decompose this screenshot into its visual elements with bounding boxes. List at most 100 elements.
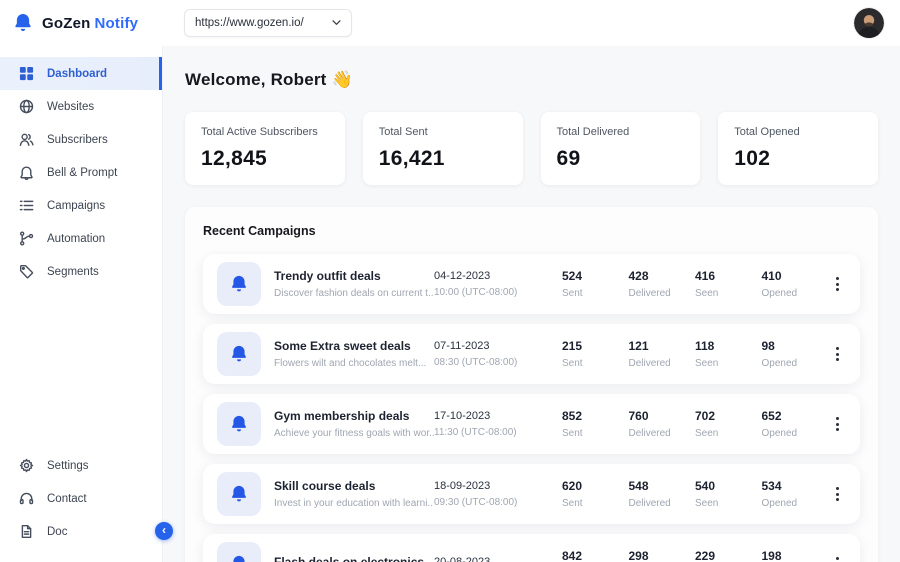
metric-value: 540: [695, 479, 762, 493]
metric-seen: 118 Seen: [695, 339, 762, 369]
campaign-row[interactable]: Some Extra sweet deals Flowers wilt and …: [203, 324, 860, 384]
chevron-left-icon: ‹: [162, 524, 166, 536]
campaign-schedule: 07-11-2023 08:30 (UTC-08:00): [434, 340, 562, 368]
kebab-dot: [836, 347, 839, 350]
stat-value: 12,845: [201, 147, 329, 171]
sidebar-item-segments[interactable]: Segments: [0, 255, 162, 288]
campaign-list: Trendy outfit deals Discover fashion dea…: [203, 254, 860, 562]
row-menu-button[interactable]: [828, 343, 846, 365]
sidebar-item-contact[interactable]: Contact: [0, 482, 162, 515]
metric-label: Opened: [762, 498, 829, 509]
metric-value: 98: [762, 339, 829, 353]
campaign-date: 18-09-2023: [434, 480, 562, 492]
campaign-description: Invest in your education with learni...: [274, 498, 434, 509]
campaign-bell-tile: [217, 472, 261, 516]
campaign-description: Achieve your fitness goals with wor...: [274, 428, 434, 439]
sidebar-collapse-button[interactable]: ‹: [155, 522, 173, 540]
campaign-title: Some Extra sweet deals: [274, 339, 434, 353]
kebab-dot: [836, 487, 839, 490]
campaign-metrics: 842 Sent 298 Delivered 229 Seen 198 Open…: [562, 549, 828, 562]
sidebar-item-dashboard[interactable]: Dashboard: [0, 57, 162, 90]
campaign-time: 09:30 (UTC-08:00): [434, 497, 562, 508]
headset-icon: [19, 491, 34, 506]
kebab-dot: [836, 283, 839, 286]
logo: GoZenNotify: [12, 12, 162, 34]
metric-label: Seen: [695, 358, 762, 369]
campaign-date: 20-08-2023: [434, 556, 562, 562]
brand-name: GoZenNotify: [42, 15, 138, 32]
campaign-row[interactable]: Skill course deals Invest in your educat…: [203, 464, 860, 524]
bell-icon: [229, 484, 249, 504]
user-avatar[interactable]: [854, 8, 884, 38]
campaign-bell-tile: [217, 332, 261, 376]
bell-icon: [229, 274, 249, 294]
stat-value: 102: [734, 147, 862, 171]
bell-icon: [229, 344, 249, 364]
metric-seen: 702 Seen: [695, 409, 762, 439]
metric-label: Sent: [562, 428, 629, 439]
website-url-select[interactable]: https://www.gozen.io/: [184, 9, 352, 37]
metric-label: Delivered: [629, 288, 696, 299]
kebab-dot: [836, 557, 839, 560]
campaign-title: Trendy outfit deals: [274, 269, 434, 283]
campaign-info: Gym membership deals Achieve your fitnes…: [274, 409, 434, 439]
campaign-row[interactable]: Flash deals on electronics 20-08-2023 84…: [203, 534, 860, 562]
sidebar-item-subscribers[interactable]: Subscribers: [0, 123, 162, 156]
row-menu-button[interactable]: [828, 553, 846, 562]
globe-icon: [19, 99, 34, 114]
metric-label: Sent: [562, 288, 629, 299]
campaign-schedule: 04-12-2023 10:00 (UTC-08:00): [434, 270, 562, 298]
avatar-photo: [854, 8, 884, 38]
metric-value: 121: [629, 339, 696, 353]
campaign-time: 10:00 (UTC-08:00): [434, 287, 562, 298]
campaign-metrics: 524 Sent 428 Delivered 416 Seen 410 Open…: [562, 269, 828, 299]
metric-label: Delivered: [629, 358, 696, 369]
campaign-description: Discover fashion deals on current t...: [274, 288, 434, 299]
metric-opened: 534 Opened: [762, 479, 829, 509]
chevron-down-icon: [332, 20, 341, 26]
campaign-row[interactable]: Gym membership deals Achieve your fitnes…: [203, 394, 860, 454]
metric-seen: 416 Seen: [695, 269, 762, 299]
campaign-bell-tile: [217, 262, 261, 306]
users-icon: [19, 132, 34, 147]
row-menu-button[interactable]: [828, 483, 846, 505]
metric-value: 298: [629, 549, 696, 562]
metric-value: 534: [762, 479, 829, 493]
metric-value: 416: [695, 269, 762, 283]
metric-label: Opened: [762, 428, 829, 439]
campaign-schedule: 18-09-2023 09:30 (UTC-08:00): [434, 480, 562, 508]
metric-label: Opened: [762, 358, 829, 369]
row-menu-button[interactable]: [828, 413, 846, 435]
kebab-dot: [836, 428, 839, 431]
brand-primary: GoZen: [42, 15, 91, 32]
campaign-date: 04-12-2023: [434, 270, 562, 282]
waving-hand-emoji: 👋: [332, 70, 353, 89]
sidebar-item-settings[interactable]: Settings: [0, 449, 162, 482]
stat-label: Total Active Subscribers: [201, 126, 329, 138]
sidebar-item-label: Dashboard: [47, 68, 107, 80]
metric-label: Seen: [695, 288, 762, 299]
metric-opened: 652 Opened: [762, 409, 829, 439]
sidebar-item-doc[interactable]: Doc: [0, 515, 162, 548]
metric-sent: 524 Sent: [562, 269, 629, 299]
stat-card-total-delivered: Total Delivered 69: [541, 112, 701, 185]
campaign-metrics: 620 Sent 548 Delivered 540 Seen 534 Open…: [562, 479, 828, 509]
sidebar-item-campaigns[interactable]: Campaigns: [0, 189, 162, 222]
sidebar-item-websites[interactable]: Websites: [0, 90, 162, 123]
website-url-value: https://www.gozen.io/: [195, 17, 304, 29]
kebab-dot: [836, 423, 839, 426]
row-menu-button[interactable]: [828, 273, 846, 295]
tag-icon: [19, 264, 34, 279]
sidebar-item-bell-prompt[interactable]: Bell & Prompt: [0, 156, 162, 189]
metric-value: 852: [562, 409, 629, 423]
metric-label: Seen: [695, 428, 762, 439]
sidebar-item-label: Contact: [47, 493, 87, 505]
campaign-title: Skill course deals: [274, 479, 434, 493]
sidebar-item-automation[interactable]: Automation: [0, 222, 162, 255]
campaign-info: Skill course deals Invest in your educat…: [274, 479, 434, 509]
campaign-row[interactable]: Trendy outfit deals Discover fashion dea…: [203, 254, 860, 314]
sidebar-footer: Settings Contact Doc: [0, 449, 162, 562]
stat-card-total-sent: Total Sent 16,421: [363, 112, 523, 185]
metric-value: 118: [695, 339, 762, 353]
metric-sent: 842 Sent: [562, 549, 629, 562]
